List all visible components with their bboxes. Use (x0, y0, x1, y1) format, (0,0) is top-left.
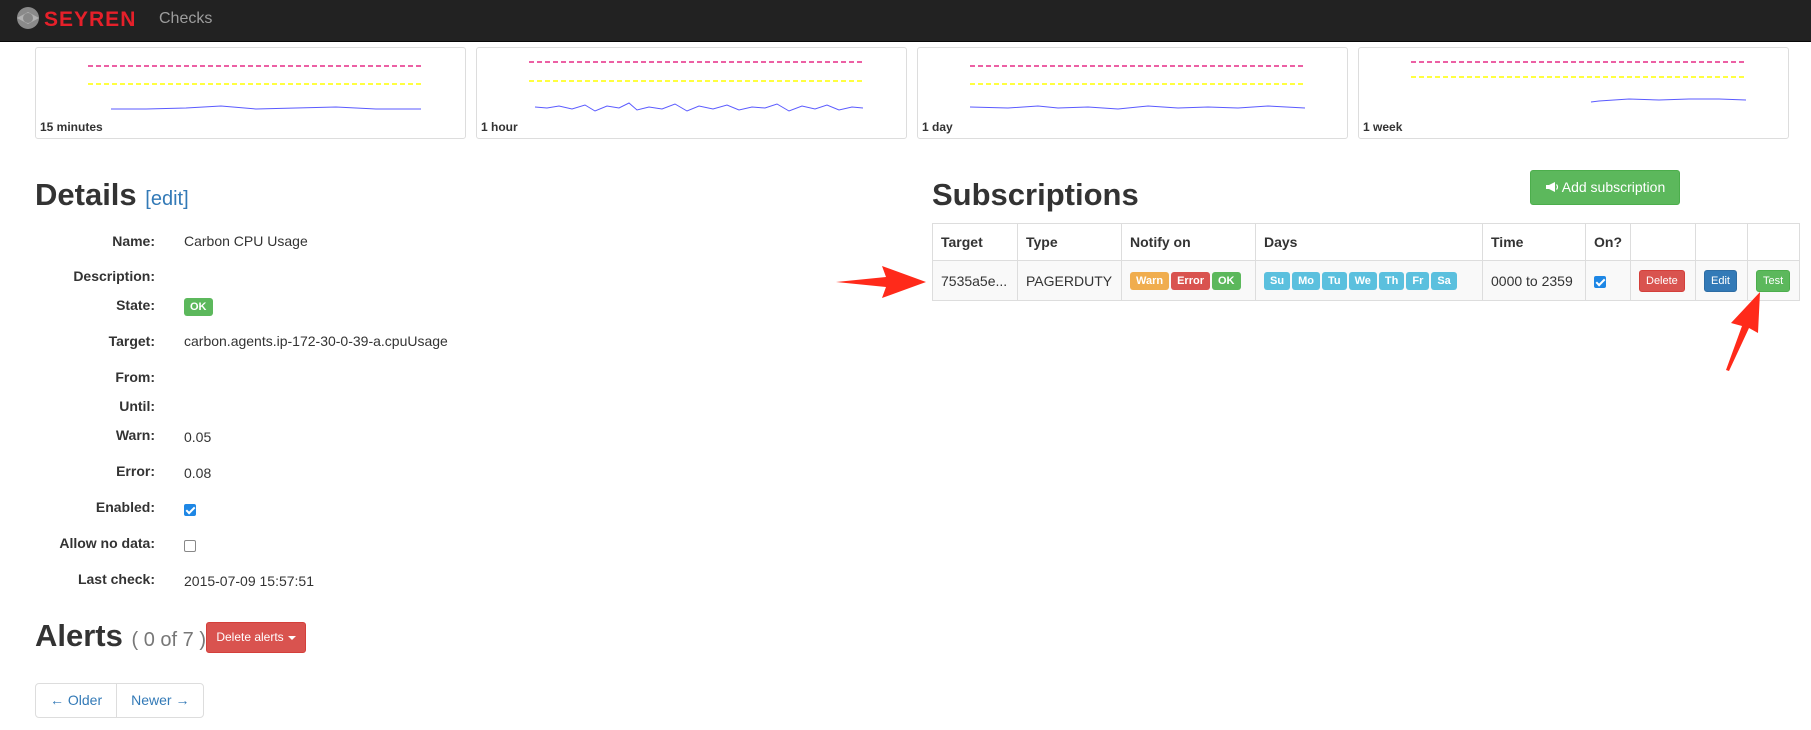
svg-text:SEYREN: SEYREN (44, 8, 136, 31)
warn-label: Warn: (115, 427, 155, 443)
graph-label: 1 week (1363, 120, 1403, 134)
nav-checks-link[interactable]: Checks (159, 10, 212, 28)
sub-notify-on: Warn Error OK (1121, 260, 1256, 301)
until-label: Until: (119, 398, 155, 414)
allow-no-data-label: Allow no data: (59, 535, 155, 551)
enabled-field (184, 501, 196, 517)
delete-alerts-label: Delete alerts (216, 630, 284, 644)
header-time: Time (1482, 223, 1586, 261)
state-label: State: (116, 297, 155, 313)
alerts-heading: Alerts ( 0 of 7 ) (35, 618, 206, 654)
edit-subscription-button[interactable]: Edit (1704, 269, 1737, 292)
sub-target: 7535a5e... (932, 260, 1018, 301)
last-check-label: Last check: (77, 571, 155, 587)
enabled-checkbox[interactable] (184, 504, 196, 517)
header-delete (1630, 223, 1696, 261)
notify-error-badge: Error (1171, 272, 1210, 290)
test-subscription-button[interactable]: Test (1756, 269, 1791, 292)
delete-subscription-button[interactable]: Delete (1639, 269, 1685, 292)
add-subscription-button[interactable]: Add subscription (1530, 170, 1680, 205)
allow-no-data-checkbox[interactable] (184, 540, 196, 553)
newer-link[interactable]: Newer → (116, 684, 203, 717)
subscriptions-table: Target Type Notify on Days Time On? 7535… (932, 223, 1800, 301)
graph-15-minutes[interactable]: 15 minutes (35, 47, 466, 139)
error-label: Error: (116, 463, 155, 479)
megaphone-icon (1545, 182, 1558, 192)
edit-details-link[interactable]: [edit] (145, 188, 188, 210)
warn-value: 0.05 (184, 429, 212, 445)
older-link[interactable]: ← Older (36, 684, 116, 717)
graph-1-week[interactable]: 1 week (1358, 47, 1789, 139)
state-value: OK (184, 297, 213, 316)
error-value: 0.08 (184, 465, 212, 481)
table-row: 7535a5e... PAGERDUTY Warn Error OK Su Mo Tu W… (932, 260, 1800, 301)
enabled-label: Enabled: (95, 499, 155, 515)
day-tu-badge: Tu (1321, 272, 1347, 290)
table-header-row: Target Type Notify on Days Time On? (932, 223, 1800, 261)
sub-days: Su Mo Tu We Th Fr Sa (1255, 260, 1483, 301)
header-notify-on: Notify on (1121, 223, 1256, 261)
alerts-pager: ← Older Newer → (35, 683, 205, 718)
day-mo-badge: Mo (1292, 272, 1320, 290)
annotation-arrow-icon (836, 266, 926, 298)
caret-down-icon (287, 635, 296, 640)
details-title: Details (35, 177, 137, 212)
day-fr-badge: Fr (1406, 272, 1430, 290)
header-target: Target (932, 223, 1018, 261)
header-test (1747, 223, 1800, 261)
details-heading: Details [edit] (35, 177, 189, 213)
name-value: Carbon CPU Usage (184, 233, 308, 249)
sub-on (1585, 260, 1631, 301)
graph-label: 1 day (922, 120, 953, 134)
target-label: Target: (108, 333, 155, 349)
allow-no-data-field (184, 537, 196, 553)
day-sa-badge: Sa (1431, 272, 1457, 290)
graph-1-hour-plot (529, 61, 864, 112)
annotation-arrow-icon (1726, 292, 1760, 371)
subscriptions-title: Subscriptions (932, 177, 1139, 212)
state-ok-badge: OK (184, 298, 213, 316)
alerts-title: Alerts (35, 618, 123, 653)
add-subscription-label: Add subscription (1561, 179, 1666, 195)
name-label: Name: (112, 233, 155, 249)
seyren-logo[interactable]: SEYREN (14, 3, 146, 33)
navbar: SEYREN Checks (0, 0, 1811, 42)
sub-type: PAGERDUTY (1017, 260, 1122, 301)
notify-ok-badge: OK (1212, 272, 1241, 290)
delete-alerts-button[interactable]: Delete alerts (206, 622, 306, 653)
sub-delete-cell: Delete (1630, 260, 1696, 301)
target-value: carbon.agents.ip-172-30-0-39-a.cpuUsage (184, 333, 448, 349)
header-type: Type (1017, 223, 1122, 261)
description-label: Description: (73, 268, 155, 284)
from-label: From: (115, 369, 155, 385)
last-check-value: 2015-07-09 15:57:51 (184, 573, 314, 589)
notify-warn-badge: Warn (1130, 272, 1170, 290)
day-we-badge: We (1348, 272, 1377, 290)
header-on: On? (1585, 223, 1631, 261)
day-su-badge: Su (1264, 272, 1291, 290)
alerts-count: ( 0 of 7 ) (131, 629, 206, 651)
graph-1-day[interactable]: 1 day (917, 47, 1348, 139)
graph-1-week-plot (1411, 61, 1747, 103)
graph-label: 15 minutes (40, 120, 103, 134)
graph-label: 1 hour (481, 120, 518, 134)
sub-on-checkbox[interactable] (1594, 275, 1606, 288)
header-edit (1695, 223, 1748, 261)
header-days: Days (1255, 223, 1483, 261)
day-th-badge: Th (1378, 272, 1405, 290)
sub-time: 0000 to 2359 (1482, 260, 1586, 301)
graph-1-hour[interactable]: 1 hour (476, 47, 907, 139)
graph-1-day-plot (969, 65, 1306, 110)
